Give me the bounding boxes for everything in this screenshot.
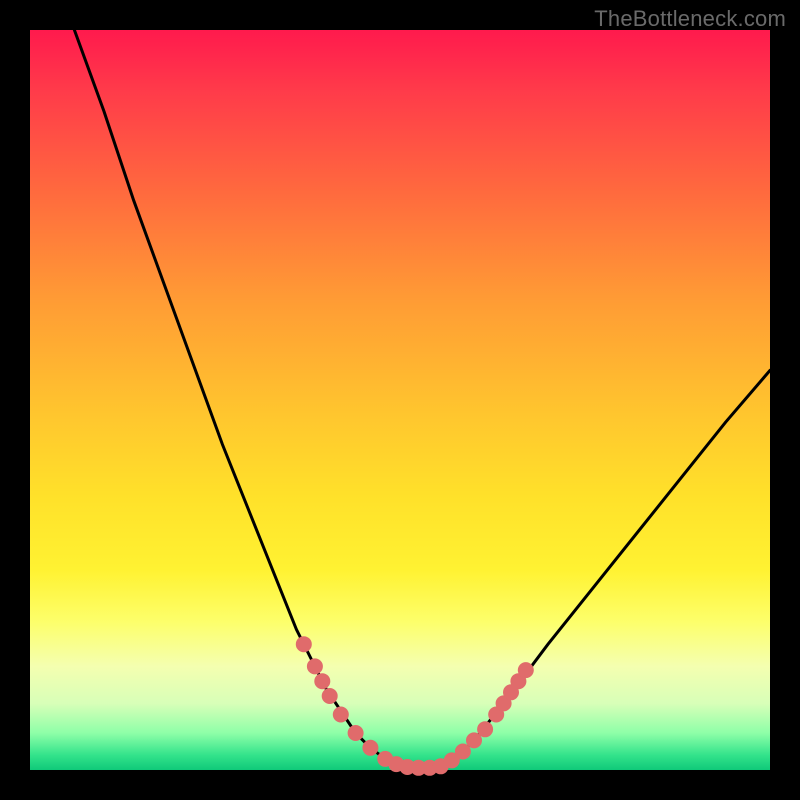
highlight-dot [314, 673, 330, 689]
chart-svg [30, 30, 770, 770]
highlight-dot [477, 721, 493, 737]
highlight-dot [518, 662, 534, 678]
highlight-dots [296, 636, 534, 776]
bottleneck-curve [74, 30, 770, 769]
highlight-dot [322, 688, 338, 704]
highlight-dot [307, 658, 323, 674]
chart-plot-area [30, 30, 770, 770]
watermark-text: TheBottleneck.com [594, 6, 786, 32]
highlight-dot [296, 636, 312, 652]
chart-frame: TheBottleneck.com [0, 0, 800, 800]
highlight-dot [348, 725, 364, 741]
highlight-dot [362, 740, 378, 756]
highlight-dot [333, 707, 349, 723]
